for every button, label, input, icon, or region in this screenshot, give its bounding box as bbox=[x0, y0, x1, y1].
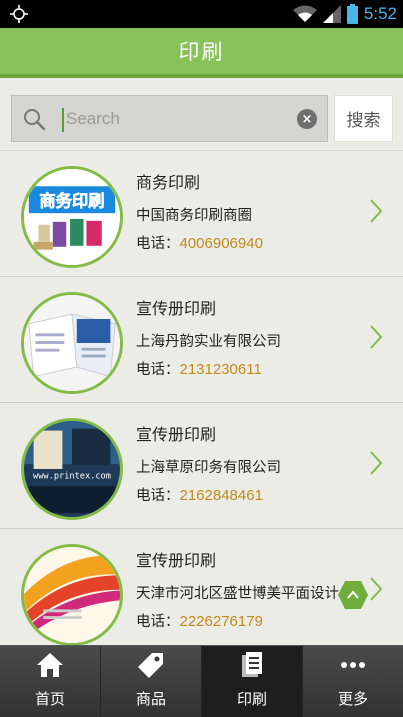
list-item[interactable]: www.printex.com 宣传册印刷 上海草原印务有限公司 电话：2162… bbox=[0, 402, 403, 528]
item-company: 上海草原印务有限公司 bbox=[136, 460, 281, 476]
item-company: 天津市河北区盛世博美平面设计 bbox=[136, 586, 339, 602]
status-bar: 5:52 bbox=[0, 0, 403, 28]
item-title: 宣传册印刷 bbox=[136, 551, 217, 570]
search-button[interactable]: 搜索 bbox=[334, 95, 393, 142]
scroll-top-button[interactable] bbox=[337, 580, 369, 610]
nav-item-more[interactable]: 更多 bbox=[303, 646, 403, 717]
phone-number[interactable]: 2226276179 bbox=[180, 613, 263, 630]
search-bar: × 搜索 bbox=[0, 82, 403, 150]
wifi-icon bbox=[292, 5, 317, 22]
phone-label: 电话： bbox=[136, 614, 180, 630]
bottom-nav: 首页 商品 印刷 更多 bbox=[0, 645, 403, 717]
search-icon bbox=[24, 109, 46, 131]
thumb-logo-text: 商务印刷 bbox=[39, 191, 104, 210]
chevron-right-icon bbox=[370, 451, 383, 475]
more-icon bbox=[341, 662, 365, 668]
search-box[interactable]: × bbox=[11, 95, 328, 142]
status-time: 5:52 bbox=[363, 4, 397, 23]
nav-label: 更多 bbox=[337, 690, 368, 708]
item-thumbnail: www.printex.com bbox=[21, 418, 123, 520]
list-item[interactable]: 商务印刷 商务印刷 中国商务印刷商圈 电话：4006906940 bbox=[0, 150, 403, 276]
battery-icon bbox=[346, 4, 358, 24]
phone-number[interactable]: 4006906940 bbox=[180, 235, 263, 252]
phone-number[interactable]: 2131230611 bbox=[180, 361, 262, 378]
item-title: 宣传册印刷 bbox=[136, 299, 217, 318]
home-icon bbox=[37, 653, 63, 677]
phone-label: 电话： bbox=[136, 488, 180, 504]
title-bar: 印刷 bbox=[0, 28, 403, 78]
chevron-right-icon bbox=[370, 325, 383, 349]
item-thumbnail bbox=[21, 292, 123, 394]
clear-icon[interactable]: × bbox=[297, 109, 317, 129]
document-icon bbox=[242, 652, 262, 677]
phone-label: 电话： bbox=[136, 236, 180, 252]
thumb-watermark-text: www.printex.com bbox=[33, 472, 111, 482]
item-phone: 电话：2226276179 bbox=[136, 610, 263, 631]
chevron-right-icon bbox=[370, 199, 383, 223]
item-company: 中国商务印刷商圈 bbox=[136, 208, 252, 224]
list-item[interactable]: 宣传册印刷 上海丹韵实业有限公司 电话：2131230611 bbox=[0, 276, 403, 402]
company-list: 商务印刷 商务印刷 中国商务印刷商圈 电话：4006906940 宣传册印刷 上… bbox=[0, 150, 403, 654]
nav-item-printing[interactable]: 印刷 bbox=[202, 646, 303, 717]
item-title: 宣传册印刷 bbox=[136, 425, 217, 444]
phone-label: 电话： bbox=[136, 362, 180, 378]
page-title: 印刷 bbox=[178, 40, 225, 64]
nav-label: 商品 bbox=[135, 690, 166, 708]
item-phone: 电话：2162848461 bbox=[136, 484, 263, 505]
item-phone: 电话：4006906940 bbox=[136, 232, 263, 253]
chevron-right-icon bbox=[370, 577, 383, 601]
item-thumbnail bbox=[21, 544, 123, 646]
phone-number[interactable]: 2162848461 bbox=[180, 487, 263, 504]
nav-label: 首页 bbox=[34, 690, 65, 708]
item-thumbnail: 商务印刷 bbox=[21, 166, 123, 268]
gps-icon bbox=[10, 5, 28, 23]
nav-item-home[interactable]: 首页 bbox=[0, 646, 101, 717]
item-title: 商务印刷 bbox=[136, 173, 201, 192]
tag-icon bbox=[138, 653, 163, 678]
search-input[interactable] bbox=[52, 96, 292, 141]
item-phone: 电话：2131230611 bbox=[136, 358, 262, 379]
item-company: 上海丹韵实业有限公司 bbox=[136, 334, 281, 350]
nav-item-products[interactable]: 商品 bbox=[101, 646, 202, 717]
nav-label: 印刷 bbox=[236, 690, 267, 708]
signal-icon bbox=[322, 5, 341, 23]
